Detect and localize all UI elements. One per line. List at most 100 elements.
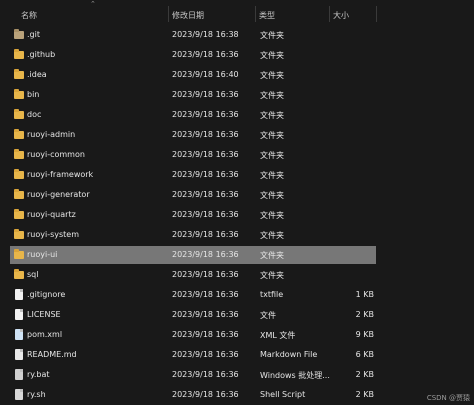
file-row[interactable]: ry.bat 2023/9/18 16:36 Windows 批处理... 2 KB [10, 366, 376, 384]
file-name: .github [27, 50, 56, 59]
file-date-modified: 2023/9/18 16:36 [172, 230, 239, 239]
folder-icon [14, 269, 24, 279]
file-date-modified: 2023/9/18 16:36 [172, 330, 239, 339]
folder-icon [14, 189, 24, 199]
file-row[interactable]: LICENSE 2023/9/18 16:36 文件 2 KB [10, 306, 376, 324]
file-date-modified: 2023/9/18 16:36 [172, 190, 239, 199]
file-size: 2 KB [355, 310, 374, 319]
file-row[interactable]: ry.sh 2023/9/18 16:36 Shell Script 2 KB [10, 386, 376, 404]
file-name: sql [27, 270, 39, 279]
folder-icon [14, 69, 24, 79]
file-date-modified: 2023/9/18 16:36 [172, 150, 239, 159]
file-type: Markdown File [260, 350, 318, 359]
file-type: 文件夹 [260, 251, 284, 260]
folder-icon [14, 229, 24, 239]
file-row[interactable]: doc 2023/9/18 16:36 文件夹 [10, 106, 376, 124]
file-date-modified: 2023/9/18 16:38 [172, 30, 239, 39]
file-date-modified: 2023/9/18 16:36 [172, 250, 239, 259]
file-date-modified: 2023/9/18 16:36 [172, 370, 239, 379]
file-date-modified: 2023/9/18 16:36 [172, 290, 239, 299]
column-header-name[interactable]: 名称 [21, 10, 37, 21]
file-type: 文件夹 [260, 231, 284, 240]
file-row[interactable]: ruoyi-ui 2023/9/18 16:36 文件夹 [10, 246, 376, 264]
file-date-modified: 2023/9/18 16:40 [172, 70, 239, 79]
file-type: txtfile [260, 290, 284, 299]
column-header-type[interactable]: 类型 [259, 10, 275, 21]
file-row[interactable]: ruoyi-framework 2023/9/18 16:36 文件夹 [10, 166, 376, 184]
file-type: Shell Script [260, 390, 306, 399]
file-row[interactable]: .git 2023/9/18 16:38 文件夹 [10, 26, 376, 44]
file-name: ry.bat [27, 370, 50, 379]
folder-icon [14, 109, 24, 119]
column-header-size[interactable]: 大小 [333, 10, 349, 21]
sort-ascending-icon[interactable]: ⌃ [90, 0, 96, 8]
folder-icon [14, 29, 24, 39]
file-date-modified: 2023/9/18 16:36 [172, 310, 239, 319]
file-type: XML 文件 [260, 331, 296, 340]
file-name: ruoyi-common [27, 150, 85, 159]
watermark: CSDN @贾猿 [426, 394, 470, 402]
file-name: ruoyi-generator [27, 190, 90, 199]
file-row[interactable]: ruoyi-generator 2023/9/18 16:36 文件夹 [10, 186, 376, 204]
file-date-modified: 2023/9/18 16:36 [172, 350, 239, 359]
file-row[interactable]: .github 2023/9/18 16:36 文件夹 [10, 46, 376, 64]
file-size: 1 KB [355, 290, 374, 299]
file-row[interactable]: README.md 2023/9/18 16:36 Markdown File 6 K… [10, 346, 376, 364]
folder-icon [14, 249, 24, 259]
file-size: 9 KB [355, 330, 374, 339]
file-name: README.md [27, 350, 77, 359]
file-row[interactable]: ruoyi-common 2023/9/18 16:36 文件夹 [10, 146, 376, 164]
file-name: LICENSE [27, 310, 61, 319]
file-type: 文件夹 [260, 71, 284, 80]
file-name: ruoyi-quartz [27, 210, 76, 219]
column-divider[interactable] [255, 6, 256, 22]
file-type: 文件夹 [260, 191, 284, 200]
file-row[interactable]: sql 2023/9/18 16:36 文件夹 [10, 266, 376, 284]
file-date-modified: 2023/9/18 16:36 [172, 130, 239, 139]
file-name: bin [27, 90, 40, 99]
column-header-bar: ⌃ 名称 修改日期 类型 大小 [0, 0, 474, 24]
file-date-modified: 2023/9/18 16:36 [172, 210, 239, 219]
file-icon [15, 309, 23, 320]
file-row[interactable]: .gitignore 2023/9/18 16:36 txtfile 1 KB [10, 286, 376, 304]
file-type: 文件夹 [260, 271, 284, 280]
batch-file-icon [15, 369, 23, 380]
file-type: 文件夹 [260, 171, 284, 180]
file-name: ruoyi-admin [27, 130, 76, 139]
file-name: .gitignore [27, 290, 66, 299]
file-date-modified: 2023/9/18 16:36 [172, 390, 239, 399]
file-row[interactable]: ruoyi-quartz 2023/9/18 16:36 文件夹 [10, 206, 376, 224]
file-date-modified: 2023/9/18 16:36 [172, 110, 239, 119]
file-type: 文件夹 [260, 31, 284, 40]
file-type: Windows 批处理... [260, 371, 330, 380]
column-divider[interactable] [329, 6, 330, 22]
file-type: 文件夹 [260, 51, 284, 60]
file-icon [15, 289, 23, 300]
file-row[interactable]: ruoyi-admin 2023/9/18 16:36 文件夹 [10, 126, 376, 144]
folder-icon [14, 169, 24, 179]
file-size: 2 KB [355, 370, 374, 379]
file-type: 文件夹 [260, 91, 284, 100]
file-row[interactable]: pom.xml 2023/9/18 16:36 XML 文件 9 KB [10, 326, 376, 344]
file-row[interactable]: ruoyi-system 2023/9/18 16:36 文件夹 [10, 226, 376, 244]
file-name: ry.sh [27, 390, 46, 399]
file-name: .idea [27, 70, 47, 79]
shell-file-icon [15, 389, 23, 400]
file-name: doc [27, 110, 42, 119]
file-name: ruoyi-ui [27, 250, 58, 259]
folder-icon [14, 129, 24, 139]
file-name: .git [27, 30, 40, 39]
file-date-modified: 2023/9/18 16:36 [172, 50, 239, 59]
markdown-file-icon [15, 349, 23, 360]
column-divider[interactable] [376, 6, 377, 22]
xml-file-icon [15, 329, 23, 340]
column-divider[interactable] [168, 6, 169, 22]
file-type: 文件 [260, 311, 276, 320]
folder-icon [14, 149, 24, 159]
folder-icon [14, 49, 24, 59]
file-row[interactable]: bin 2023/9/18 16:36 文件夹 [10, 86, 376, 104]
file-row[interactable]: .idea 2023/9/18 16:40 文件夹 [10, 66, 376, 84]
folder-icon [14, 209, 24, 219]
file-type: 文件夹 [260, 131, 284, 140]
column-header-date-modified[interactable]: 修改日期 [172, 10, 204, 21]
